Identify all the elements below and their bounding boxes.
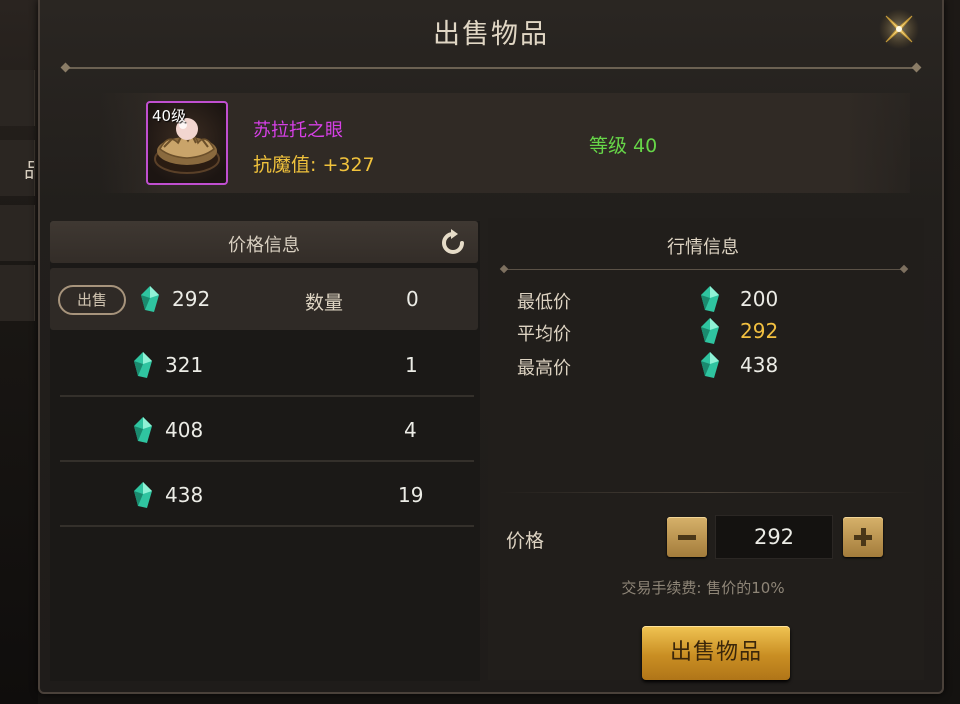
price-input[interactable] (715, 515, 833, 559)
plus-icon-vertical (861, 528, 866, 546)
sell-tag-button[interactable]: 出售 (58, 285, 126, 315)
row-divider (60, 395, 474, 397)
row-quantity: 1 (405, 353, 418, 377)
dialog-title: 出售物品 (433, 19, 549, 50)
gem-icon (134, 482, 152, 508)
price-info-header: 价格信息 (50, 221, 478, 263)
row-price: 292 (172, 287, 211, 311)
gem-icon (701, 352, 719, 378)
highest-price-value: 438 (740, 353, 779, 377)
quantity-label: 数量 (305, 292, 344, 314)
decrease-price-button[interactable] (667, 517, 707, 557)
market-divider (504, 269, 904, 270)
item-slot[interactable]: 40级 (146, 101, 228, 185)
market-info-title: 行情信息 (667, 237, 739, 258)
refresh-icon (442, 229, 464, 254)
side-tab-4[interactable] (0, 265, 35, 321)
gem-icon (134, 352, 152, 378)
row-divider (60, 525, 474, 527)
gem-icon (134, 417, 152, 443)
highest-price-label: 最高价 (517, 358, 571, 379)
row-quantity: 0 (406, 287, 419, 311)
minus-icon (678, 535, 696, 540)
gem-icon (701, 286, 719, 312)
row-quantity: 19 (398, 483, 424, 507)
item-level-tag: 40级 (152, 107, 187, 125)
row-quantity: 4 (404, 418, 417, 442)
gem-icon (701, 318, 719, 344)
lowest-price-label: 最低价 (517, 292, 571, 313)
title-divider (66, 67, 916, 69)
refresh-button[interactable] (438, 228, 468, 258)
average-price-label: 平均价 (517, 324, 571, 345)
close-button[interactable] (874, 6, 924, 52)
trade-fee-note: 交易手续费: 售价的10% (621, 579, 785, 597)
side-tab-1[interactable] (0, 70, 35, 126)
price-section-divider (498, 492, 918, 493)
row-price: 321 (165, 353, 204, 377)
side-tab-2[interactable]: 品 (0, 140, 35, 196)
row-price: 438 (165, 483, 204, 507)
average-price-value: 292 (740, 319, 779, 343)
price-info-title: 价格信息 (228, 235, 300, 256)
row-divider (60, 460, 474, 462)
side-tab-3[interactable] (0, 205, 35, 261)
row-price: 408 (165, 418, 204, 442)
item-name: 苏拉托之眼 (253, 120, 343, 141)
gem-icon (141, 286, 159, 312)
sell-item-button[interactable]: 出售物品 (642, 626, 790, 680)
increase-price-button[interactable] (843, 517, 883, 557)
price-label: 价格 (506, 530, 545, 552)
lowest-price-value: 200 (740, 287, 779, 311)
close-icon (879, 9, 919, 49)
item-grade: 等级 40 (589, 135, 658, 157)
item-stat: 抗魔值: +327 (253, 154, 375, 176)
